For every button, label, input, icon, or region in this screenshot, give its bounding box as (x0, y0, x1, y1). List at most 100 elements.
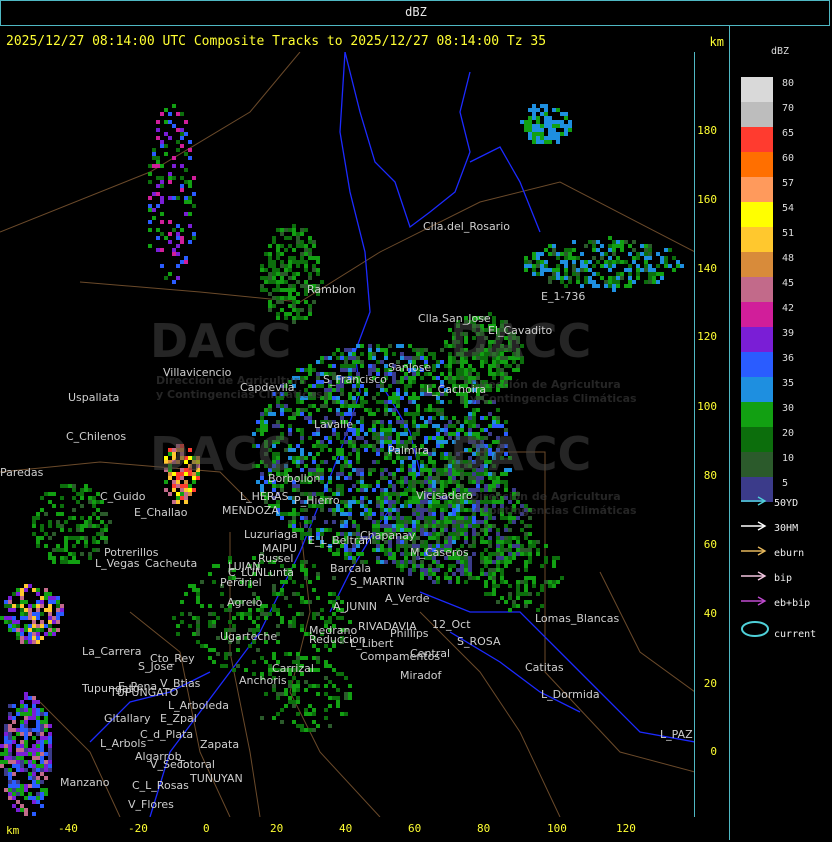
radar-map[interactable]: DACC DACC DACC DACC Dirección de Agricul… (0, 52, 695, 817)
y-tick-label: 0 (710, 745, 717, 758)
map-place-label: Ramblon (307, 283, 356, 296)
track-legend-item: eb+bip (740, 596, 810, 609)
map-place-label: Vicisadero (416, 489, 473, 502)
x-tick-label: 60 (408, 822, 422, 835)
map-place-label: Borbollon (268, 472, 321, 485)
x-tick-label: 0 (203, 822, 210, 835)
y-tick-label: 60 (703, 538, 717, 551)
y-tick-label: 180 (697, 124, 717, 137)
map-place-label: Miradof (400, 669, 442, 682)
map-place-label: V_Flores (128, 798, 174, 811)
color-scale-value: 45 (782, 278, 795, 289)
map-place-label: E_1-736 (541, 290, 586, 303)
x-tick-label: 40 (339, 822, 353, 835)
map-place-label: Cacheuta (145, 557, 198, 570)
color-scale-swatch (741, 227, 773, 252)
track-legend-item: 30HM (740, 521, 798, 534)
map-place-label: A_JUNIN (333, 600, 378, 613)
track-legend-item: eburn (740, 546, 804, 559)
color-scale-swatch (741, 452, 773, 477)
map-place-label: Zapata (200, 738, 240, 751)
color-scale-value: 42 (782, 303, 795, 314)
color-scale-swatch (741, 152, 773, 177)
color-scale-value: 20 (782, 428, 795, 439)
map-place-label: Lavalle (314, 418, 353, 431)
color-scale-swatch (741, 177, 773, 202)
arrow-right-icon (740, 496, 768, 509)
map-place-label: Capdevila (240, 381, 295, 394)
map-place-label: Agrelo (227, 596, 263, 609)
color-scale-value: 70 (782, 103, 795, 114)
y-tick-label: 20 (703, 677, 717, 690)
arrow-right-icon (740, 521, 768, 534)
map-place-label: C_d_Plata (140, 728, 194, 741)
map-place-label: L_Arboleda (168, 699, 229, 712)
x-tick-label: 100 (547, 822, 567, 835)
color-scale-value: 57 (782, 178, 795, 189)
x-tick-label: -20 (128, 822, 148, 835)
track-legend-label: bip (768, 573, 793, 584)
y-axis-unit-label: km (709, 35, 724, 49)
track-legend-item: 50YD (740, 496, 798, 509)
color-scale-value: 51 (782, 228, 795, 239)
y-tick-label: 120 (697, 330, 717, 343)
map-place-label: Palmira (388, 444, 429, 457)
map-place-label: Barcala (330, 562, 372, 575)
map-place-label: E_Zpal (160, 712, 197, 725)
legend-panel: dBZ 80 70 65 60 57 54 51 48 45 42 39 36 35 30 20 10 5 50… (729, 26, 830, 840)
radar-echo-cluster (260, 224, 324, 324)
y-tick-label: 40 (703, 607, 717, 620)
radar-header-title: 2025/12/27 08:14:00 UTC Composite Tracks… (6, 34, 547, 49)
track-legend-label: current (768, 629, 817, 640)
map-place-label: C_Chilenos (66, 430, 127, 443)
track-legend-item: bip (740, 571, 792, 584)
watermark-line: Dirección de Agricultura (470, 490, 621, 503)
color-scale-swatch (741, 252, 773, 277)
ellipse-icon (740, 621, 769, 640)
track-legend-label: eb+bip (768, 598, 811, 609)
color-scale-value: 36 (782, 353, 795, 364)
map-place-label: Gltallary (104, 712, 151, 725)
map-place-label: S_ROSA (457, 635, 501, 648)
map-place-label: S_Francisco (323, 373, 387, 386)
arrow-right-icon (740, 596, 768, 609)
color-scale-value: 65 (782, 128, 795, 139)
watermark-brand: DACC (150, 314, 292, 368)
map-place-label: M_Caseros (410, 546, 469, 559)
map-place-label: Catitas (525, 661, 564, 674)
map-place-label: Uspallata (68, 391, 120, 404)
watermark-brand: DACC (450, 427, 592, 481)
map-place-label: E_Challao (134, 506, 188, 519)
radar-echo-cluster (520, 104, 572, 144)
map-place-label: C_Guido (100, 490, 146, 503)
color-scale-value: 10 (782, 453, 795, 464)
map-place-label: Villavicencio (163, 366, 232, 379)
map-place-label: TUNUYAN (190, 772, 243, 785)
radar-echo-cluster (148, 104, 196, 284)
x-tick-label: 80 (477, 822, 491, 835)
map-place-label: L_HERAS (240, 490, 289, 503)
x-axis-unit-label: km (6, 824, 20, 837)
top-bar: dBZ (0, 0, 830, 26)
map-place-label: Tupungato (82, 682, 140, 695)
watermark-line: y Contingencias Climáticas (470, 392, 637, 405)
map-place-label: Anchoris (239, 674, 287, 687)
map-place-label: Phillips (390, 627, 429, 640)
map-place-label: Russel (258, 552, 294, 565)
color-scale-value: 39 (782, 328, 795, 339)
map-place-label: Chapanay (360, 529, 416, 542)
map-place-label: L_PAZ (660, 728, 693, 741)
map-place-label: L_Libert (350, 637, 394, 650)
radar-echo-cluster (524, 236, 684, 292)
map-place-label: L_Cachoira (426, 383, 487, 396)
color-scale-swatch (741, 327, 773, 352)
y-tick-label: 160 (697, 193, 717, 206)
map-place-label: L_Arbols (100, 737, 147, 750)
x-tick-label: 120 (616, 822, 636, 835)
arrow-right-icon (740, 546, 768, 559)
y-tick-label: 80 (703, 469, 717, 482)
color-scale-value: 30 (782, 403, 795, 414)
map-place-label: C_L_Rosas (132, 779, 189, 792)
arrow-right-icon (740, 571, 768, 584)
map-place-label: Lomas_Blancas (535, 612, 620, 625)
